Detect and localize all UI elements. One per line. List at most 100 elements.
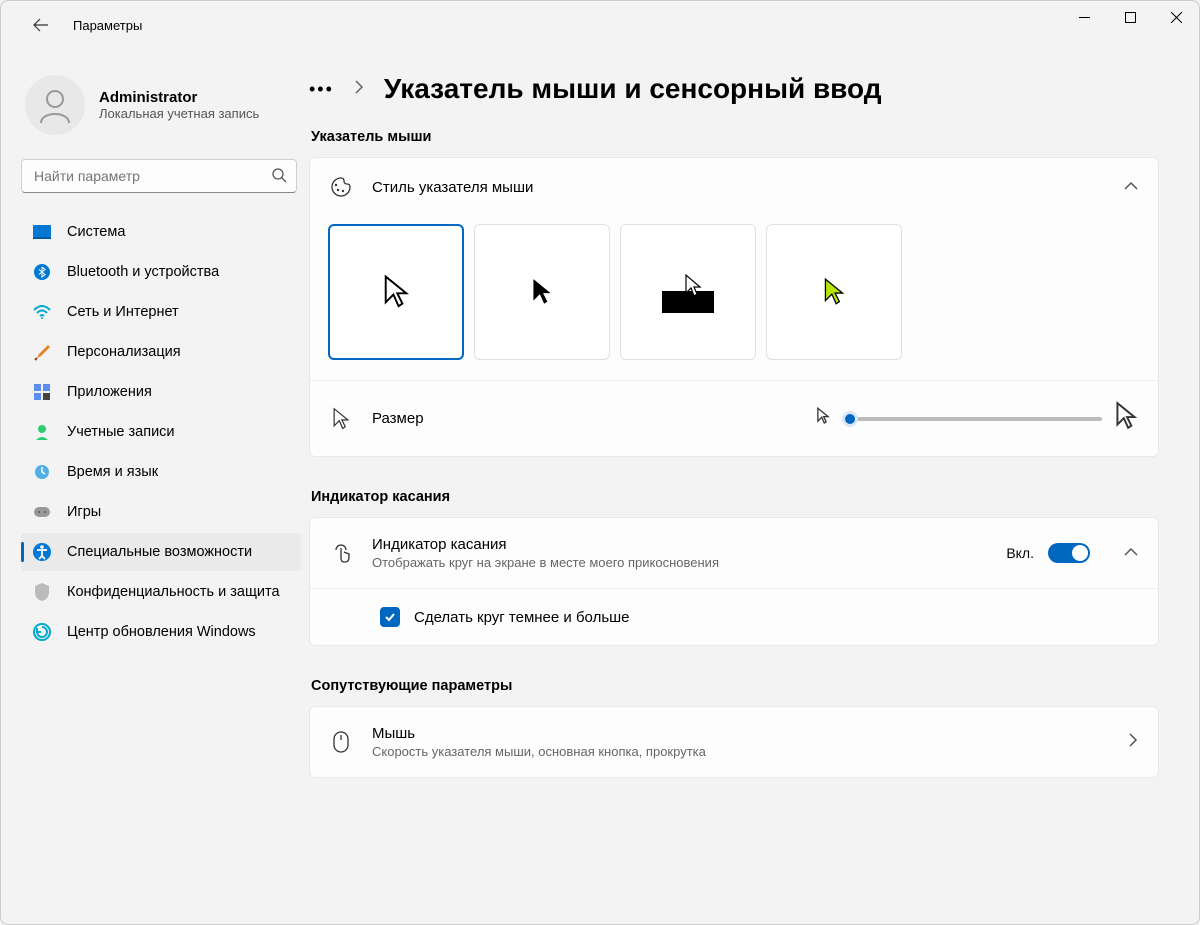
pointer-size-row: Размер xyxy=(310,380,1158,456)
card-subtitle: Скорость указателя мыши, основная кнопка… xyxy=(372,744,1108,759)
close-button[interactable] xyxy=(1153,1,1199,33)
touch-darker-row[interactable]: Сделать круг темнее и больше xyxy=(310,588,1158,645)
sidebar-item-label: Центр обновления Windows xyxy=(67,624,256,640)
accessibility-icon xyxy=(33,543,51,561)
paintbrush-icon xyxy=(33,343,51,361)
clock-globe-icon xyxy=(33,463,51,481)
avatar xyxy=(25,75,85,135)
sidebar-item-accounts[interactable]: Учетные записи xyxy=(21,413,301,451)
breadcrumb-overflow-button[interactable]: ••• xyxy=(309,79,334,100)
cursor-inverted-icon xyxy=(658,269,718,315)
user-block[interactable]: Administrator Локальная учетная запись xyxy=(21,61,301,155)
cursor-large-preview-icon xyxy=(1114,401,1138,436)
minimize-icon xyxy=(1079,12,1090,23)
content-area: Administrator Локальная учетная запись С… xyxy=(1,49,1199,924)
window-controls xyxy=(1061,1,1199,33)
apps-icon xyxy=(33,383,51,401)
chevron-right-icon xyxy=(354,80,364,99)
sidebar-item-gaming[interactable]: Игры xyxy=(21,493,301,531)
sidebar-item-label: Учетные записи xyxy=(67,424,175,440)
search-icon xyxy=(271,167,287,188)
chevron-up-icon xyxy=(1124,178,1138,196)
check-icon xyxy=(384,611,396,623)
search-input[interactable] xyxy=(21,159,297,193)
card-title: Индикатор касания xyxy=(372,536,986,553)
cursor-white-icon xyxy=(382,274,410,310)
related-mouse-row[interactable]: Мышь Скорость указателя мыши, основная к… xyxy=(310,707,1158,777)
pointer-style-white[interactable] xyxy=(328,224,464,360)
window-title: Параметры xyxy=(73,18,142,33)
pointer-style-card: Стиль указателя мыши xyxy=(309,157,1159,457)
sidebar-item-personalization[interactable]: Персонализация xyxy=(21,333,301,371)
pointer-size-slider[interactable] xyxy=(842,417,1102,421)
pointer-size-slider-wrap xyxy=(816,401,1138,436)
maximize-button[interactable] xyxy=(1107,1,1153,33)
pointer-style-black[interactable] xyxy=(474,224,610,360)
touch-indicator-header[interactable]: Индикатор касания Отображать круг на экр… xyxy=(310,518,1158,588)
palette-icon xyxy=(330,176,352,198)
shield-icon xyxy=(33,583,51,601)
search-wrap xyxy=(21,159,297,193)
touch-icon xyxy=(330,542,352,564)
gamepad-icon xyxy=(33,503,51,521)
touch-indicator-toggle[interactable] xyxy=(1048,543,1090,563)
bluetooth-icon xyxy=(33,263,51,281)
chevron-up-icon xyxy=(1124,544,1138,562)
breadcrumb: ••• Указатель мыши и сенсорный ввод xyxy=(309,73,1159,105)
sidebar-item-label: Система xyxy=(67,224,125,240)
size-label: Размер xyxy=(372,410,424,427)
main-panel: ••• Указатель мыши и сенсорный ввод Указ… xyxy=(309,49,1199,924)
toggle-state-label: Вкл. xyxy=(1006,545,1034,561)
person-icon xyxy=(35,85,75,125)
sidebar-item-system[interactable]: Система xyxy=(21,213,301,251)
sidebar-item-bluetooth[interactable]: Bluetooth и устройства xyxy=(21,253,301,291)
account-icon xyxy=(33,423,51,441)
sidebar-item-label: Сеть и Интернет xyxy=(67,304,179,320)
titlebar: Параметры xyxy=(1,1,1199,49)
card-title: Мышь xyxy=(372,725,1108,742)
display-icon xyxy=(33,223,51,241)
checkbox-label: Сделать круг темнее и больше xyxy=(414,609,630,626)
pointer-style-inverted[interactable] xyxy=(620,224,756,360)
settings-window: Параметры Administrator Локальная учетна… xyxy=(0,0,1200,925)
back-icon xyxy=(33,17,49,33)
touch-indicator-card: Индикатор касания Отображать круг на экр… xyxy=(309,517,1159,646)
section-heading-pointer: Указатель мыши xyxy=(311,129,1159,145)
card-title: Стиль указателя мыши xyxy=(372,179,1104,196)
slider-thumb[interactable] xyxy=(842,411,858,427)
sidebar-item-label: Игры xyxy=(67,504,101,520)
sidebar-item-label: Конфиденциальность и защита xyxy=(67,584,280,600)
close-icon xyxy=(1171,12,1182,23)
nav: Система Bluetooth и устройства Сеть и Ин… xyxy=(21,213,301,651)
minimize-button[interactable] xyxy=(1061,1,1107,33)
sidebar-item-network[interactable]: Сеть и Интернет xyxy=(21,293,301,331)
sidebar-item-label: Приложения xyxy=(67,384,152,400)
page-title: Указатель мыши и сенсорный ввод xyxy=(384,73,882,105)
sidebar-item-apps[interactable]: Приложения xyxy=(21,373,301,411)
pointer-style-header[interactable]: Стиль указателя мыши xyxy=(310,158,1158,216)
related-mouse-card[interactable]: Мышь Скорость указателя мыши, основная к… xyxy=(309,706,1159,778)
sidebar-item-privacy[interactable]: Конфиденциальность и защита xyxy=(21,573,301,611)
cursor-small-preview-icon xyxy=(816,407,830,430)
mouse-icon xyxy=(330,730,352,754)
back-button[interactable] xyxy=(21,5,61,45)
darker-circle-checkbox[interactable] xyxy=(380,607,400,627)
cursor-custom-icon xyxy=(822,277,846,307)
chevron-right-icon xyxy=(1128,733,1138,752)
update-icon xyxy=(33,623,51,641)
user-name: Administrator xyxy=(99,89,259,106)
sidebar-item-windows-update[interactable]: Центр обновления Windows xyxy=(21,613,301,651)
pointer-style-custom[interactable] xyxy=(766,224,902,360)
cursor-black-icon xyxy=(530,277,554,307)
touch-toggle-wrap: Вкл. xyxy=(1006,543,1090,563)
sidebar-item-accessibility[interactable]: Специальные возможности xyxy=(21,533,301,571)
sidebar-item-label: Время и язык xyxy=(67,464,158,480)
sidebar-item-label: Bluetooth и устройства xyxy=(67,264,219,280)
sidebar-item-time-language[interactable]: Время и язык xyxy=(21,453,301,491)
card-subtitle: Отображать круг на экране в месте моего … xyxy=(372,555,986,570)
cursor-small-icon xyxy=(330,407,352,431)
wifi-icon xyxy=(33,303,51,321)
sidebar-item-label: Специальные возможности xyxy=(67,544,252,560)
user-account-type: Локальная учетная запись xyxy=(99,106,259,121)
sidebar-item-label: Персонализация xyxy=(67,344,181,360)
